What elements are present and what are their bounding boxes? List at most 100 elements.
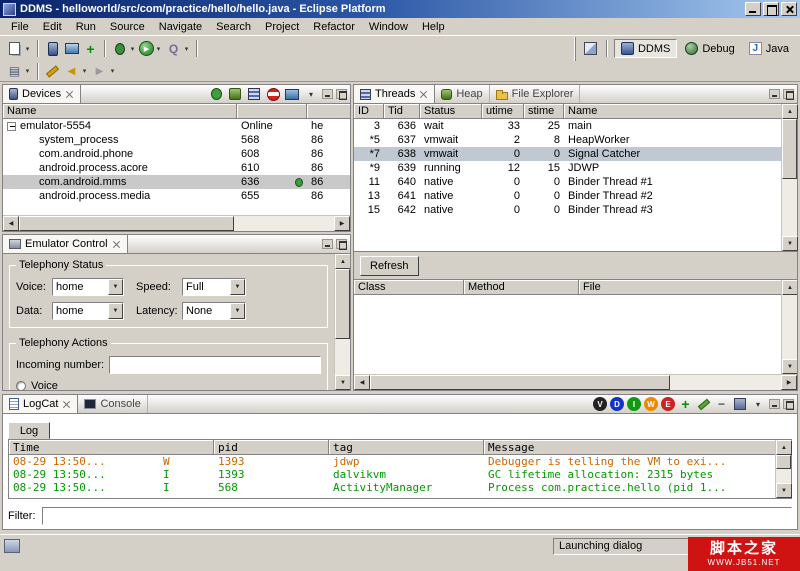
update-heap-icon[interactable] xyxy=(227,87,243,102)
scrollbar-thumb[interactable] xyxy=(335,269,350,339)
warn-filter-icon[interactable]: W xyxy=(644,397,658,411)
scrollbar-thumb[interactable] xyxy=(782,119,797,179)
verbose-filter-icon[interactable]: V xyxy=(593,397,607,411)
menu-refactor[interactable]: Refactor xyxy=(306,20,362,34)
screen-capture-icon[interactable] xyxy=(284,87,300,102)
scroll-down-icon[interactable] xyxy=(782,236,798,251)
column-header-class[interactable]: Class xyxy=(354,280,464,295)
tab-devices[interactable]: Devices xyxy=(3,85,81,103)
voice-radio[interactable] xyxy=(16,381,26,390)
chevron-down-icon[interactable] xyxy=(128,40,137,57)
process-row[interactable]: android.process.acore 610 86 xyxy=(3,161,350,175)
tab-emulator-control[interactable]: Emulator Control xyxy=(3,235,128,253)
scroll-left-icon[interactable] xyxy=(3,216,19,231)
tab-heap[interactable]: Heap xyxy=(435,85,489,103)
back-button[interactable] xyxy=(62,61,90,82)
menu-search[interactable]: Search xyxy=(209,20,258,34)
thread-row[interactable]: *9639running1215JDWP xyxy=(354,161,781,175)
scroll-left-icon[interactable] xyxy=(354,375,370,390)
chevron-down-icon[interactable] xyxy=(80,63,89,80)
chevron-down-icon[interactable] xyxy=(23,40,32,57)
edit-filter-icon[interactable] xyxy=(696,397,711,412)
data-select[interactable]: home xyxy=(52,302,124,320)
chevron-down-icon[interactable] xyxy=(108,303,123,319)
export-log-icon[interactable] xyxy=(732,397,747,412)
forward-button[interactable] xyxy=(90,61,118,82)
scroll-up-icon[interactable] xyxy=(335,254,350,269)
error-filter-icon[interactable]: E xyxy=(661,397,675,411)
open-perspective-button[interactable] xyxy=(581,38,600,59)
close-icon[interactable] xyxy=(62,400,71,409)
close-icon[interactable] xyxy=(65,90,74,99)
tree-collapse-icon[interactable] xyxy=(7,122,16,131)
menu-source[interactable]: Source xyxy=(103,20,152,34)
thread-row[interactable]: *5637vmwait28HeapWorker xyxy=(354,133,781,147)
column-header-tid[interactable]: Tid xyxy=(384,104,420,119)
vertical-scrollbar[interactable] xyxy=(334,254,350,390)
scroll-up-icon[interactable] xyxy=(782,104,798,119)
debug-process-icon[interactable] xyxy=(208,87,224,102)
column-header-pid[interactable]: pid xyxy=(214,440,329,455)
vertical-scrollbar[interactable] xyxy=(781,104,797,251)
horizontal-scrollbar[interactable] xyxy=(3,215,350,231)
scroll-right-icon[interactable] xyxy=(781,375,797,390)
scroll-down-icon[interactable] xyxy=(776,483,792,498)
log-row[interactable]: 08-29 13:50...I1393dalvikvmGC lifetime a… xyxy=(9,468,775,481)
scrollbar-thumb[interactable] xyxy=(19,216,234,231)
filter-input[interactable] xyxy=(42,507,793,525)
view-menu-icon[interactable] xyxy=(303,87,319,102)
menu-edit[interactable]: Edit xyxy=(36,20,69,34)
scroll-right-icon[interactable] xyxy=(334,216,350,231)
process-row[interactable]: android.process.media 655 86 xyxy=(3,189,350,203)
maximize-button[interactable] xyxy=(763,2,779,16)
vertical-scrollbar[interactable] xyxy=(781,280,797,374)
log-row[interactable]: 08-29 13:50...I568ActivityManagerProcess… xyxy=(9,481,775,494)
incoming-number-input[interactable] xyxy=(109,356,321,374)
minimize-view-icon[interactable] xyxy=(322,89,333,99)
maximize-view-icon[interactable] xyxy=(336,239,347,249)
process-row-selected[interactable]: com.android.mms 636 86 xyxy=(3,175,350,189)
annotation-nav-button[interactable] xyxy=(5,61,33,82)
perspective-ddms[interactable]: DDMS xyxy=(614,39,677,58)
column-header-tag[interactable]: tag xyxy=(329,440,484,455)
tab-threads[interactable]: Threads xyxy=(354,85,435,103)
log-row[interactable]: 08-29 13:50...W1393jdwpDebugger is telli… xyxy=(9,455,775,468)
chevron-down-icon[interactable] xyxy=(23,63,32,80)
menu-project[interactable]: Project xyxy=(258,20,306,34)
thread-row[interactable]: 13641native00Binder Thread #2 xyxy=(354,189,781,203)
refresh-button[interactable]: Refresh xyxy=(360,256,419,276)
tab-console[interactable]: Console xyxy=(78,395,147,413)
voice-select[interactable]: home xyxy=(52,278,124,296)
column-header-stime[interactable]: stime xyxy=(524,104,564,119)
view-menu-icon[interactable] xyxy=(750,397,766,412)
device-button[interactable] xyxy=(43,38,62,59)
close-icon[interactable] xyxy=(112,240,121,249)
menu-help[interactable]: Help xyxy=(415,20,452,34)
run-button[interactable] xyxy=(138,38,164,59)
stop-process-icon[interactable] xyxy=(265,87,281,102)
perspective-java[interactable]: Java xyxy=(743,40,795,57)
debug-filter-icon[interactable]: D xyxy=(610,397,624,411)
chevron-down-icon[interactable] xyxy=(108,279,123,295)
maximize-view-icon[interactable] xyxy=(336,89,347,99)
column-header-name[interactable]: Name xyxy=(564,104,781,119)
update-threads-icon[interactable] xyxy=(246,87,262,102)
device-row[interactable]: emulator-5554 Online he xyxy=(3,119,350,133)
add-filter-icon[interactable] xyxy=(678,397,693,412)
minimize-view-icon[interactable] xyxy=(769,399,780,409)
column-header-id[interactable]: ID xyxy=(354,104,384,119)
latency-select[interactable]: None xyxy=(182,302,246,320)
menu-run[interactable]: Run xyxy=(69,20,103,34)
column-header-message[interactable]: Message xyxy=(484,440,775,455)
horizontal-scrollbar[interactable] xyxy=(354,374,797,390)
delete-filter-icon[interactable] xyxy=(714,397,729,412)
column-header[interactable] xyxy=(307,104,350,119)
scrollbar-thumb[interactable] xyxy=(776,455,791,469)
new-wizard-button[interactable] xyxy=(5,38,33,59)
scroll-down-icon[interactable] xyxy=(782,359,797,374)
column-header-file[interactable]: File xyxy=(579,280,781,295)
column-header-method[interactable]: Method xyxy=(464,280,579,295)
chevron-down-icon[interactable] xyxy=(154,40,163,57)
thread-row-selected[interactable]: *7638vmwait00Signal Catcher xyxy=(354,147,781,161)
scroll-up-icon[interactable] xyxy=(782,280,797,295)
